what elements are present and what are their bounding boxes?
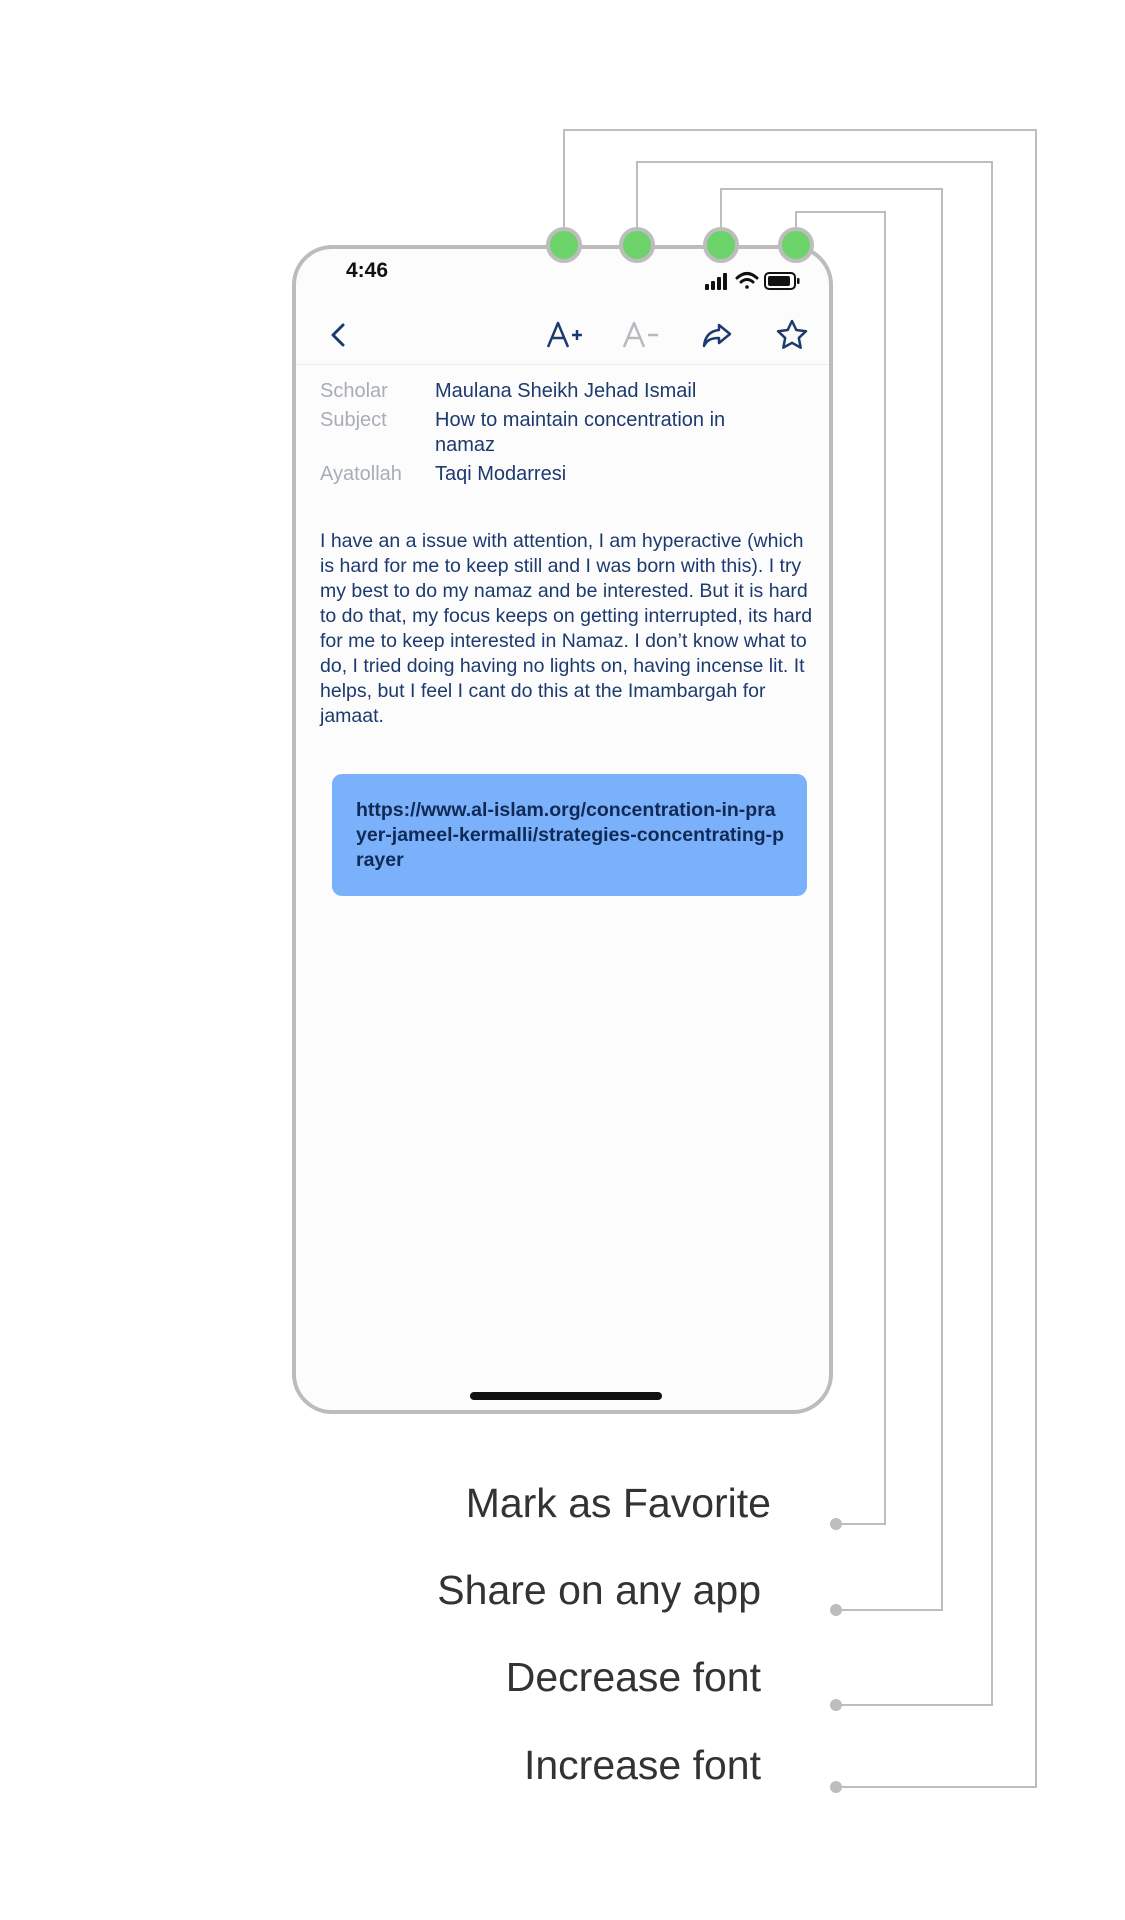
annotation-share: Share on any app	[437, 1567, 761, 1613]
marker-share	[703, 227, 739, 263]
annotation-favorite: Mark as Favorite	[465, 1480, 771, 1526]
marker-increase-font	[546, 227, 582, 263]
annotation-increase-font: Increase font	[523, 1742, 761, 1788]
marker-favorite	[778, 227, 814, 263]
annotation-decrease-font: Decrease font	[505, 1654, 761, 1700]
marker-decrease-font	[619, 227, 655, 263]
annotation-markers	[546, 227, 814, 263]
